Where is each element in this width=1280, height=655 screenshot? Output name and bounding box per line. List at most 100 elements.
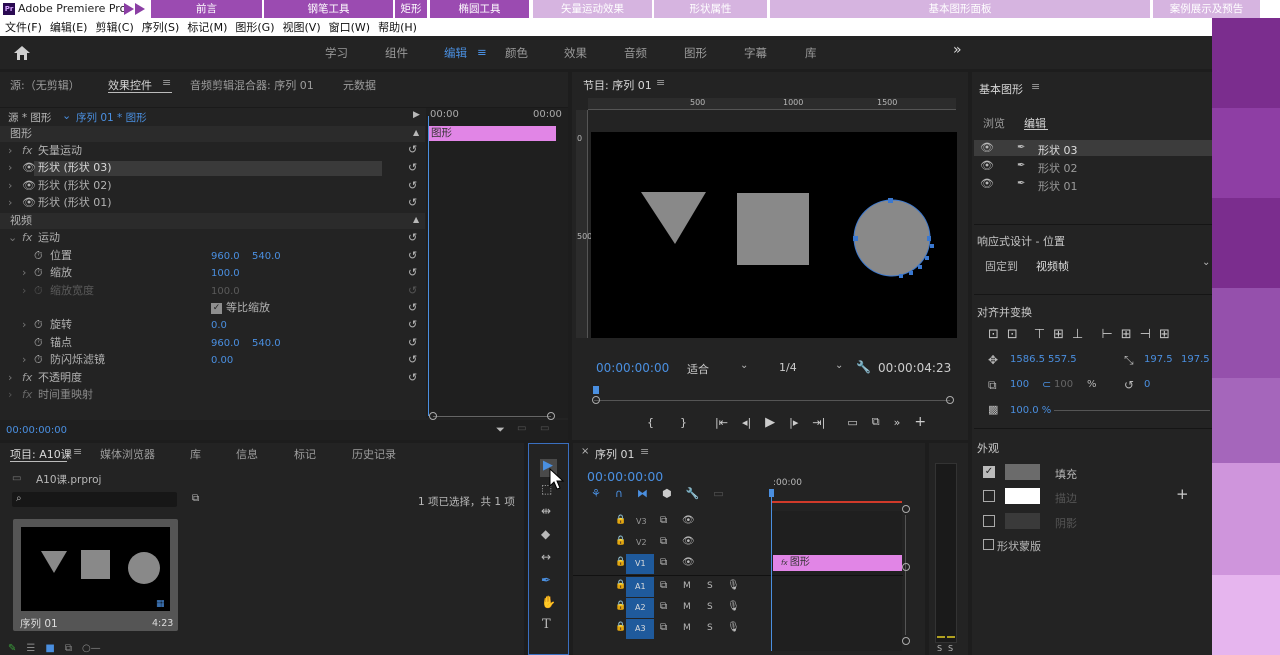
home-icon[interactable]	[13, 45, 31, 61]
workspace-captions[interactable]: 字幕	[744, 45, 767, 61]
timeline-scrollbar[interactable]	[902, 505, 916, 645]
panel-menu-icon[interactable]: ≡	[73, 445, 82, 458]
export-icon[interactable]: ▭	[517, 423, 526, 434]
align-left-icon[interactable]: ⊢	[1101, 327, 1112, 342]
hand-tool-icon[interactable]: ✋	[541, 595, 556, 609]
panel-menu-icon[interactable]: ≡	[656, 76, 665, 89]
row-opacity[interactable]: 不透明度	[38, 370, 82, 386]
tab-effect-controls[interactable]: 效果控件	[108, 77, 152, 93]
mute-button[interactable]: M	[683, 581, 691, 591]
workspace-color[interactable]: 颜色	[505, 45, 528, 61]
reset-icon[interactable]: ↺	[408, 266, 420, 279]
work-area-bar[interactable]	[772, 501, 902, 503]
tab-markers[interactable]: 标记	[294, 446, 316, 462]
reset-icon[interactable]: ↺	[408, 249, 420, 262]
ripple-edit-icon[interactable]: ⇹	[541, 504, 551, 518]
mark-out-icon[interactable]: }	[680, 416, 687, 429]
lock-icon[interactable]: 🔒	[615, 580, 626, 590]
eye-icon[interactable]: 👁	[980, 177, 994, 190]
collapse-icon[interactable]: ▲	[413, 128, 419, 137]
zoom-handle-right[interactable]	[547, 412, 555, 420]
row-time-remap[interactable]: 时间重映射	[38, 387, 93, 403]
tab-libraries[interactable]: 库	[190, 446, 201, 462]
course-tab-7[interactable]: 案例展示及预告	[1153, 0, 1260, 18]
eye-icon[interactable]: 👁	[22, 195, 36, 211]
lock-icon[interactable]: 🔒	[615, 515, 626, 525]
pencil-icon[interactable]: ✎	[8, 643, 16, 654]
timeline-clip-graphic[interactable]: fx 图形	[773, 555, 902, 571]
play-icon[interactable]: ▶	[765, 415, 775, 430]
uniform-scale-checkbox[interactable]: ✓	[211, 303, 222, 314]
position-y-value[interactable]: 540.0	[252, 251, 281, 262]
anchor-x-value[interactable]: 960.0	[211, 338, 240, 349]
more-workspaces-icon[interactable]: »	[953, 42, 962, 58]
stopwatch-icon[interactable]: ⏱	[34, 352, 43, 368]
close-icon[interactable]: ×	[581, 446, 589, 457]
shadow-checkbox[interactable]	[983, 515, 995, 527]
reset-icon[interactable]: ↺	[408, 231, 420, 244]
fill-checkbox[interactable]: ✓	[983, 466, 995, 478]
type-tool-icon[interactable]: T	[542, 617, 551, 632]
layer-shape-01[interactable]: 形状 01	[1038, 178, 1078, 194]
solo-right[interactable]: S	[948, 644, 953, 653]
lock-icon[interactable]: 🔒	[615, 557, 626, 567]
essential-graphics-title[interactable]: 基本图形	[979, 81, 1023, 97]
menu-file[interactable]: 文件(F)	[5, 19, 42, 35]
go-to-in-icon[interactable]: |⇤	[715, 416, 728, 429]
align-top-icon[interactable]: ⊤	[1034, 327, 1045, 342]
align-bottom-icon[interactable]: ⊥	[1072, 327, 1083, 342]
opacity-slider[interactable]	[1054, 410, 1210, 411]
ec-timeline[interactable]	[426, 108, 568, 418]
project-item-thumbnail[interactable]: ▦ 序列 01 4:23	[13, 519, 178, 631]
captions-icon[interactable]: ▭	[713, 487, 723, 500]
tab-source[interactable]: 源:（无剪辑）	[10, 77, 80, 93]
eg-opacity[interactable]: 100.0 %	[1010, 405, 1051, 416]
ec-timecode[interactable]: 00:00:00:00	[6, 425, 67, 436]
circle-shape[interactable]	[853, 199, 931, 277]
collapse-icon[interactable]: ▲	[413, 215, 419, 224]
align-hcenter-icon[interactable]: ⊞	[1121, 327, 1132, 342]
track-v3-target[interactable]: V3	[626, 513, 654, 531]
shape-mask-checkbox[interactable]	[983, 539, 994, 550]
program-canvas[interactable]	[591, 132, 957, 338]
reset-icon[interactable]: ↺	[408, 161, 420, 174]
pen-tool-icon[interactable]: ✒	[541, 573, 551, 587]
stopwatch-icon[interactable]: ⏱	[34, 248, 43, 264]
stroke-checkbox[interactable]	[983, 490, 995, 502]
eye-icon[interactable]: 👁	[980, 141, 994, 154]
reset-icon[interactable]: ↺	[408, 196, 420, 209]
track-a3-target[interactable]: A3	[626, 619, 654, 639]
workspace-menu-icon[interactable]: ≡	[477, 45, 487, 59]
square-shape[interactable]	[737, 193, 809, 265]
compare-icon[interactable]: ⧉	[872, 415, 880, 429]
play-only-icon[interactable]: ▶	[413, 110, 420, 120]
track-a2-target[interactable]: A2	[626, 598, 654, 618]
workspace-graphics[interactable]: 图形	[684, 45, 707, 61]
microphone-icon[interactable]: 🎙	[727, 580, 740, 591]
course-tab-6[interactable]: 基本图形面板	[770, 0, 1150, 18]
step-back-icon[interactable]: ◂|	[742, 416, 751, 429]
menu-graphics[interactable]: 图形(G)	[235, 19, 274, 35]
resolution-dropdown[interactable]: 1/4	[779, 361, 797, 374]
go-to-out-icon[interactable]: ⇥|	[812, 416, 825, 429]
solo-button[interactable]: S	[707, 581, 713, 591]
menu-edit[interactable]: 编辑(E)	[50, 19, 88, 35]
timeline-timecode[interactable]: 00:00:00:00	[587, 469, 663, 484]
pin-to-dropdown[interactable]: 视频帧	[1036, 258, 1069, 274]
layer-shape-03[interactable]: 形状 03	[1038, 142, 1078, 158]
solo-button[interactable]: S	[707, 623, 713, 633]
eye-icon[interactable]: 👁	[682, 536, 695, 547]
snap-icon[interactable]: ∩	[615, 487, 623, 500]
course-tab-5[interactable]: 形状属性	[654, 0, 767, 18]
panel-menu-icon[interactable]: ≡	[1031, 80, 1040, 93]
playhead[interactable]	[771, 491, 772, 651]
row-motion[interactable]: 运动	[38, 230, 60, 246]
tab-info[interactable]: 信息	[236, 446, 258, 462]
course-tab-2[interactable]: 矩形	[395, 0, 427, 18]
track-a1-target[interactable]: A1	[626, 577, 654, 597]
program-scrubber[interactable]	[592, 386, 954, 408]
lock-icon[interactable]: 🔒	[615, 536, 626, 546]
ec-clip-bar[interactable]: 图形	[428, 126, 556, 141]
slip-icon[interactable]: ↔	[541, 550, 551, 564]
layer-shape-02[interactable]: 形状 02	[1038, 160, 1078, 176]
